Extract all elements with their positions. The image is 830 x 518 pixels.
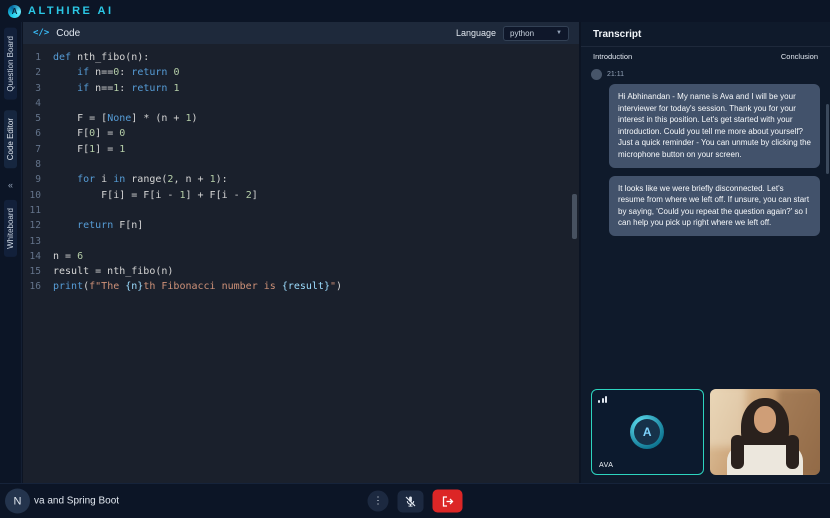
- code-line: 11: [29, 204, 41, 216]
- code-line: 1 def nth_fibo(n):: [35, 52, 150, 63]
- sidebar-item-whiteboard[interactable]: Whiteboard: [4, 199, 17, 257]
- code-line: 15 result = nth_fibo(n): [29, 266, 174, 278]
- left-sidebar: Question Board Code Editor « Whiteboard: [0, 22, 22, 483]
- more-options-icon: ⋮: [373, 495, 383, 507]
- code-line: 10 F[i] = F[i - 1] + F[i - 2]: [29, 189, 258, 201]
- ava-name-label: AVA: [599, 462, 614, 469]
- language-select-value: python: [510, 28, 535, 38]
- code-line: 16 print(f"The {n}th Fibonacci number is …: [29, 281, 343, 293]
- editor-title: Code: [56, 27, 81, 39]
- brand-logo-icon: A: [8, 4, 21, 18]
- code-line: 2 if n==0: return 0: [35, 67, 180, 79]
- code-lines: 1 def nth_fibo(n): 2 if n==0: return 0 3 if…: [23, 50, 579, 295]
- ava-video-tile[interactable]: A AVA: [591, 389, 704, 475]
- mic-off-icon: [405, 496, 416, 507]
- stage-indicator: Introduction Conclusion: [581, 47, 830, 64]
- collapse-sidebar-icon[interactable]: «: [8, 180, 13, 190]
- mic-mute-button[interactable]: [397, 490, 424, 512]
- call-controls: ⋮: [367, 489, 463, 513]
- transcript-scrollbar[interactable]: [826, 104, 829, 174]
- bottom-bar: N va and Spring Boot ⋮: [0, 483, 830, 518]
- message-timestamp: 21:11: [607, 71, 624, 78]
- code-line: 9 for i in range(2, n + 1):: [35, 174, 228, 186]
- language-label: Language: [455, 28, 496, 38]
- message-bubble: It looks like we were briefly disconnect…: [609, 175, 820, 236]
- language-select[interactable]: python ▼: [503, 25, 569, 41]
- user-avatar: N: [5, 488, 30, 514]
- video-tiles: A AVA: [581, 389, 830, 483]
- code-line: 6 F[0] = 0: [35, 128, 126, 140]
- editor-header: </> Code Language python ▼: [23, 22, 579, 44]
- code-line: 13: [29, 235, 41, 247]
- code-line: 12 return F[n]: [29, 220, 144, 232]
- code-line: 8: [35, 159, 41, 171]
- leave-call-button[interactable]: [432, 489, 463, 513]
- interviewee-video-tile[interactable]: [709, 389, 820, 475]
- ava-logo-letter: A: [634, 419, 661, 445]
- message-bubble: Hi Abhinandan - My name is Ava and I wil…: [609, 84, 820, 168]
- brand-title: ALTHIRE AI: [28, 5, 114, 17]
- transcript-messages: 21:11 Hi Abhinandan - My name is Ava and…: [581, 64, 830, 389]
- interviewer-avatar: [591, 69, 602, 80]
- code-line: 3 if n==1: return 1: [35, 82, 180, 94]
- stage-conclusion: Conclusion: [780, 52, 818, 61]
- transcript-title: Transcript: [581, 22, 830, 47]
- code-line: 5 F = [None] * (n + 1): [35, 113, 198, 125]
- session-title: va and Spring Boot: [34, 495, 120, 507]
- signal-strength-icon: [598, 396, 607, 403]
- transcript-panel: Transcript Introduction Conclusion 21:11…: [581, 22, 830, 483]
- sidebar-item-code-editor[interactable]: Code Editor: [4, 109, 17, 168]
- code-line: 14 n = 6: [29, 250, 84, 262]
- sidebar-item-question-board[interactable]: Question Board: [4, 28, 17, 100]
- chevron-down-icon: ▼: [556, 30, 562, 36]
- code-scrollbar[interactable]: [572, 194, 577, 239]
- more-options-button[interactable]: ⋮: [367, 490, 389, 512]
- top-bar: A ALTHIRE AI: [0, 0, 830, 22]
- stage-introduction: Introduction: [593, 52, 633, 61]
- leave-exit-icon: [442, 495, 453, 507]
- code-icon: </>: [33, 28, 50, 38]
- code-editor-panel: </> Code Language python ▼ 1 def nth_fibo…: [23, 22, 579, 483]
- ava-logo: A: [630, 415, 665, 449]
- code-line: 7 F[1] = 1: [35, 143, 126, 155]
- code-line: 4: [35, 97, 41, 109]
- code-area[interactable]: 1 def nth_fibo(n): 2 if n==0: return 0 3 if…: [23, 44, 579, 483]
